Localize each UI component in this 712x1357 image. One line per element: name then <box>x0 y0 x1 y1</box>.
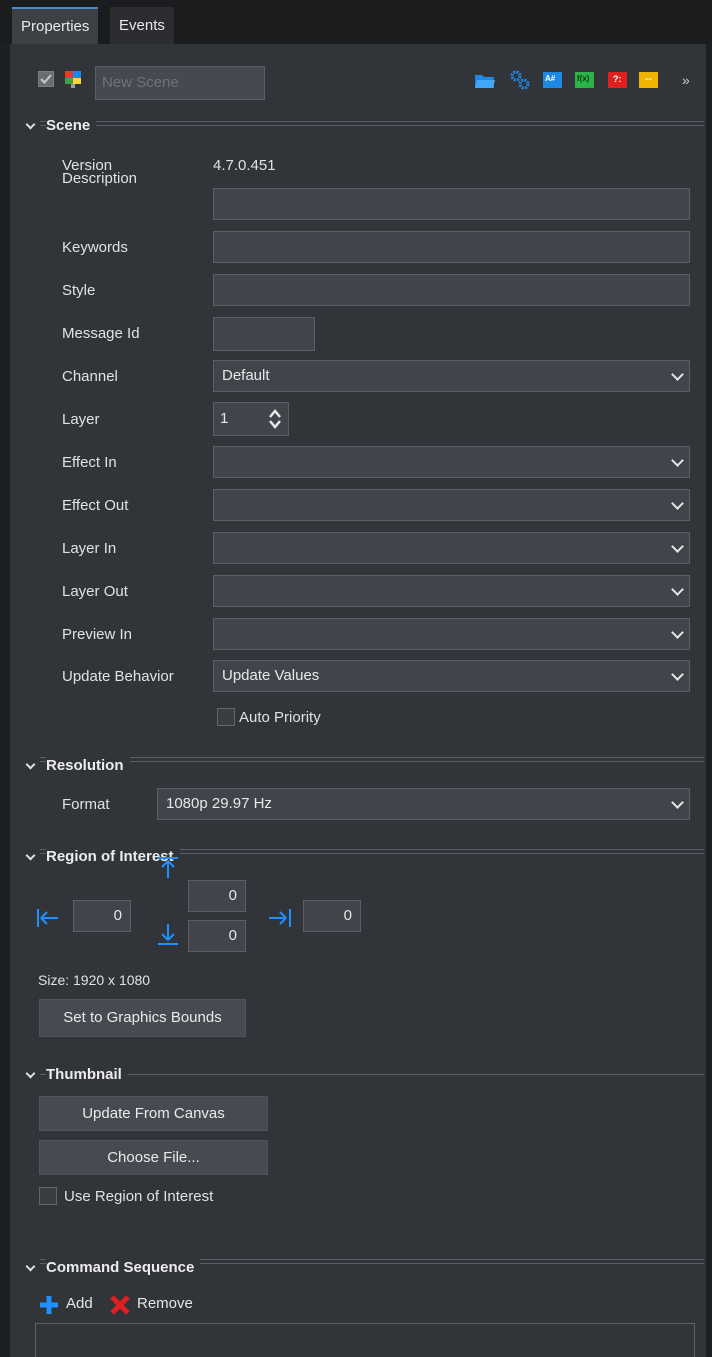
layer-label: Layer <box>62 411 100 428</box>
layer-in-select[interactable] <box>213 532 690 564</box>
roi-top-input[interactable]: 0 <box>188 880 246 912</box>
add-command-button[interactable]: Add <box>39 1294 109 1316</box>
plus-icon <box>40 1296 58 1314</box>
resolution-divider <box>40 757 704 762</box>
description-input[interactable] <box>213 188 690 220</box>
update-behavior-value: Update Values <box>222 667 320 684</box>
resolution-collapse-icon[interactable] <box>25 759 36 770</box>
channel-select[interactable]: Default <box>213 360 690 392</box>
choose-file-button[interactable]: Choose File... <box>39 1140 268 1175</box>
scene-enabled-checkbox[interactable] <box>38 71 54 87</box>
remove-label: Remove <box>137 1295 193 1312</box>
properties-panel: New Scene A# f(x) ?: ⇔ » Scene Version 4… <box>10 44 706 1357</box>
thumbnail-section-title[interactable]: Thumbnail <box>46 1066 128 1083</box>
layer-value: 1 <box>220 410 229 427</box>
format-value: 1080p 29.97 Hz <box>166 795 272 812</box>
keywords-label: Keywords <box>62 239 128 256</box>
link-icon[interactable]: ⇔ <box>639 72 658 88</box>
toolbar-overflow-icon[interactable]: » <box>682 72 690 88</box>
format-label: Format <box>62 796 110 813</box>
remove-x-icon <box>110 1295 130 1315</box>
roi-size-text: Size: 1920 x 1080 <box>38 972 151 988</box>
version-value: 4.7.0.451 <box>213 157 276 174</box>
chevron-down-icon <box>671 796 684 809</box>
tab-events[interactable]: Events <box>110 7 174 44</box>
effect-out-label: Effect Out <box>62 497 129 514</box>
tab-properties[interactable]: Properties <box>12 7 99 44</box>
chevron-down-icon <box>671 583 684 596</box>
align-left-icon <box>36 908 62 928</box>
chevron-down-icon <box>671 668 684 681</box>
scene-name-input[interactable]: New Scene <box>95 66 265 100</box>
update-from-canvas-button[interactable]: Update From Canvas <box>39 1096 268 1131</box>
align-bottom-icon <box>157 922 179 946</box>
question-icon[interactable]: ?: <box>608 72 627 88</box>
update-behavior-select[interactable]: Update Values <box>213 660 690 692</box>
roi-left-input[interactable]: 0 <box>73 900 131 932</box>
format-select[interactable]: 1080p 29.97 Hz <box>157 788 690 820</box>
thumbnail-collapse-icon[interactable] <box>25 1068 36 1079</box>
chevron-down-icon <box>671 454 684 467</box>
scene-divider <box>40 121 704 126</box>
add-label: Add <box>66 1295 93 1312</box>
effect-in-select[interactable] <box>213 446 690 478</box>
tab-bar: Properties Events <box>0 0 712 44</box>
resolution-section-title[interactable]: Resolution <box>46 757 130 774</box>
effect-in-label: Effect In <box>62 454 117 471</box>
roi-collapse-icon[interactable] <box>25 850 36 861</box>
preview-in-select[interactable] <box>213 618 690 650</box>
command-sequence-list[interactable] <box>35 1323 695 1357</box>
auto-priority-checkbox[interactable] <box>217 708 235 726</box>
thumbnail-divider <box>40 1074 704 1075</box>
description-label: Description <box>62 170 138 187</box>
message-id-input[interactable] <box>213 317 315 351</box>
scene-section-title[interactable]: Scene <box>46 117 97 134</box>
folder-icon[interactable] <box>474 72 496 90</box>
use-roi-checkbox[interactable] <box>39 1187 57 1205</box>
message-id-label: Message Id <box>62 325 140 342</box>
auto-priority-label: Auto Priority <box>239 709 321 726</box>
align-right-icon <box>267 908 293 928</box>
chevron-down-icon <box>671 540 684 553</box>
roi-bottom-input[interactable]: 0 <box>188 920 246 952</box>
command-sequence-collapse-icon[interactable] <box>25 1261 36 1272</box>
scene-collapse-icon[interactable] <box>25 119 36 130</box>
scene-color-icon[interactable] <box>63 70 85 90</box>
layer-in-label: Layer In <box>62 540 117 557</box>
layer-stepper[interactable]: 1 <box>213 402 289 436</box>
update-behavior-label: Update Behavior <box>62 668 174 685</box>
set-to-graphics-bounds-button[interactable]: Set to Graphics Bounds <box>39 999 246 1037</box>
function-icon[interactable]: f(x) <box>575 72 594 88</box>
keywords-input[interactable] <box>213 231 690 263</box>
style-input[interactable] <box>213 274 690 306</box>
effect-out-select[interactable] <box>213 489 690 521</box>
style-label: Style <box>62 282 96 299</box>
chevron-down-icon <box>671 626 684 639</box>
layer-out-select[interactable] <box>213 575 690 607</box>
chevron-down-icon <box>671 368 684 381</box>
preview-in-label: Preview In <box>62 626 133 643</box>
stepper-icon[interactable] <box>268 408 282 430</box>
roi-right-input[interactable]: 0 <box>303 900 361 932</box>
channel-value: Default <box>222 367 270 384</box>
command-sequence-section-title[interactable]: Command Sequence <box>46 1259 201 1276</box>
channel-label: Channel <box>62 368 118 385</box>
use-roi-label: Use Region of Interest <box>64 1188 214 1205</box>
remove-command-button[interactable]: Remove <box>109 1294 209 1316</box>
gears-icon[interactable] <box>508 68 532 92</box>
scene-name-placeholder: New Scene <box>102 74 179 91</box>
layer-out-label: Layer Out <box>62 583 128 600</box>
align-top-icon <box>157 856 179 880</box>
ab-icon[interactable]: A# <box>543 72 562 88</box>
chevron-down-icon <box>671 497 684 510</box>
